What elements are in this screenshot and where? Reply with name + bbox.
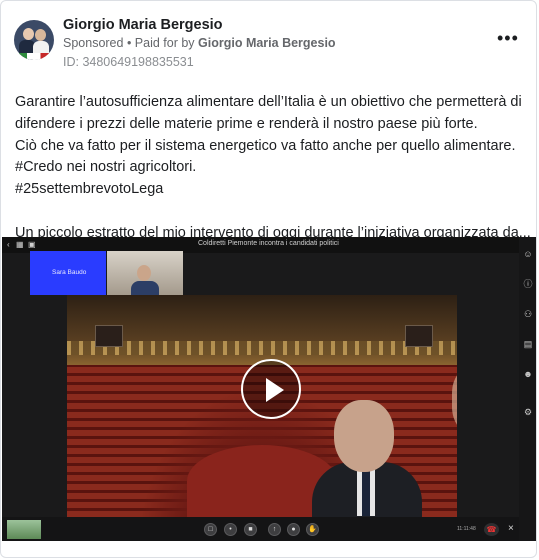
post-line: difendere i prezzi delle materie prime e… — [15, 115, 478, 132]
ad-id: ID: 3480649198835531 — [63, 55, 194, 69]
grid-icon: ▦ — [16, 240, 24, 249]
more-options-button[interactable]: ••• — [497, 29, 519, 47]
gear-icon[interactable]: ⚙ — [523, 407, 533, 417]
participant-tile: Sara Baudo — [30, 251, 106, 295]
author-avatar[interactable] — [14, 20, 54, 60]
raise-hand-icon[interactable]: ✋ — [306, 523, 319, 536]
speaker-figure — [312, 400, 422, 517]
meeting-sidebar: ☺ ⓘ ⚇ ▤ ☻ ⚙ — [519, 237, 536, 541]
paid-by-prefix: • Paid for by — [123, 36, 199, 50]
microphone-icon[interactable]: • — [224, 523, 237, 536]
hashtag-line[interactable]: #Credo nei nostri agricoltori. — [15, 157, 525, 179]
participant-name: Sara Baudo — [52, 269, 87, 276]
camera-icon: ▣ — [28, 240, 36, 249]
post-text: Garantire l’autosufficienza alimentare d… — [15, 92, 531, 245]
hang-up-icon[interactable]: ☎ — [484, 523, 499, 536]
close-icon[interactable]: × — [508, 523, 514, 534]
post-line: Ciò che va fatto per il sistema energeti… — [15, 137, 516, 154]
paid-by-name[interactable]: Giorgio Maria Bergesio — [198, 36, 336, 50]
chat-icon[interactable]: ▤ — [523, 339, 533, 349]
people-icon[interactable]: ⚇ — [523, 309, 533, 319]
participant-video-tile — [107, 251, 183, 295]
sponsored-label[interactable]: Sponsored — [63, 36, 123, 50]
play-icon[interactable] — [241, 359, 301, 419]
sponsored-info: Sponsored • Paid for by Giorgio Maria Be… — [63, 36, 336, 50]
share-screen-icon[interactable]: ↑ — [268, 523, 281, 536]
participants-icon[interactable]: ☺ — [523, 249, 533, 259]
author-name[interactable]: Giorgio Maria Bergesio — [63, 17, 223, 33]
reactions-icon[interactable]: ☻ — [523, 369, 533, 379]
camera-toggle-icon[interactable]: ■ — [244, 523, 257, 536]
timecode: 11:11:48 — [457, 526, 476, 532]
record-icon[interactable]: ● — [287, 523, 300, 536]
info-icon[interactable]: ⓘ — [523, 279, 533, 289]
post-line: Garantire l’autosufficienza alimentare d… — [15, 94, 522, 110]
video-player[interactable]: ‹ ▦ ▣ Coldiretti Piemonte incontra i can… — [2, 237, 536, 541]
back-icon: ‹ — [7, 240, 10, 249]
captions-icon[interactable]: □ — [204, 523, 217, 536]
meeting-controls-bar: □ • ■ ↑ ● ✋ 11:11:48 ☎ × — [2, 517, 519, 541]
sponsored-post-card: Giorgio Maria Bergesio Sponsored • Paid … — [0, 0, 537, 558]
hashtag-line[interactable]: #25settembrevotoLega — [15, 179, 525, 201]
self-view-thumbnail — [7, 520, 41, 539]
meeting-title: Coldiretti Piemonte incontra i candidati… — [198, 240, 339, 247]
